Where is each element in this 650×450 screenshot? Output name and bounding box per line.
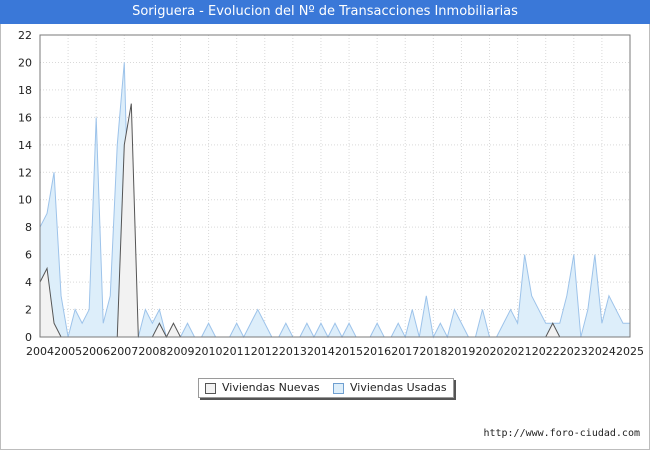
x-tick-label: 2012 xyxy=(251,345,279,358)
x-tick-label: 2009 xyxy=(166,345,194,358)
y-tick-label: 4 xyxy=(25,276,32,289)
x-tick-label: 2013 xyxy=(279,345,307,358)
x-tick-label: 2024 xyxy=(588,345,616,358)
y-tick-label: 0 xyxy=(25,331,32,344)
x-tick-label: 2022 xyxy=(532,345,560,358)
x-tick-label: 2016 xyxy=(363,345,391,358)
x-tick-label: 2014 xyxy=(307,345,335,358)
x-tick-label: 2011 xyxy=(223,345,251,358)
x-tick-label: 2019 xyxy=(447,345,475,358)
x-tick-label: 2006 xyxy=(82,345,110,358)
legend-item-nuevas: Viviendas Nuevas xyxy=(205,379,320,397)
chart-legend: Viviendas Nuevas Viviendas Usadas xyxy=(198,378,454,398)
y-tick-label: 16 xyxy=(18,111,32,124)
legend-swatch-nuevas xyxy=(205,382,216,394)
x-tick-label: 2007 xyxy=(110,345,138,358)
legend-label-usadas: Viviendas Usadas xyxy=(350,381,447,394)
x-tick-label: 2004 xyxy=(26,345,54,358)
y-tick-label: 14 xyxy=(18,139,32,152)
y-tick-label: 22 xyxy=(18,29,32,42)
x-tick-label: 2021 xyxy=(504,345,532,358)
y-tick-label: 20 xyxy=(18,56,32,69)
y-tick-label: 10 xyxy=(18,194,32,207)
y-tick-label: 12 xyxy=(18,166,32,179)
legend-label-nuevas: Viviendas Nuevas xyxy=(222,381,320,394)
legend-item-usadas: Viviendas Usadas xyxy=(333,379,447,397)
x-tick-label: 2015 xyxy=(335,345,363,358)
x-tick-label: 2017 xyxy=(391,345,419,358)
x-tick-label: 2018 xyxy=(419,345,447,358)
y-tick-label: 6 xyxy=(25,249,32,262)
source-url[interactable]: http://www.foro-ciudad.com xyxy=(483,428,640,439)
x-tick-label: 2008 xyxy=(138,345,166,358)
x-tick-label: 2020 xyxy=(476,345,504,358)
y-tick-label: 18 xyxy=(18,84,32,97)
y-tick-label: 8 xyxy=(25,221,32,234)
x-tick-label: 2023 xyxy=(560,345,588,358)
x-tick-label: 2005 xyxy=(54,345,82,358)
x-tick-label: 2025 xyxy=(616,345,644,358)
x-tick-label: 2010 xyxy=(195,345,223,358)
legend-swatch-usadas xyxy=(333,382,344,394)
y-tick-label: 2 xyxy=(25,304,32,317)
